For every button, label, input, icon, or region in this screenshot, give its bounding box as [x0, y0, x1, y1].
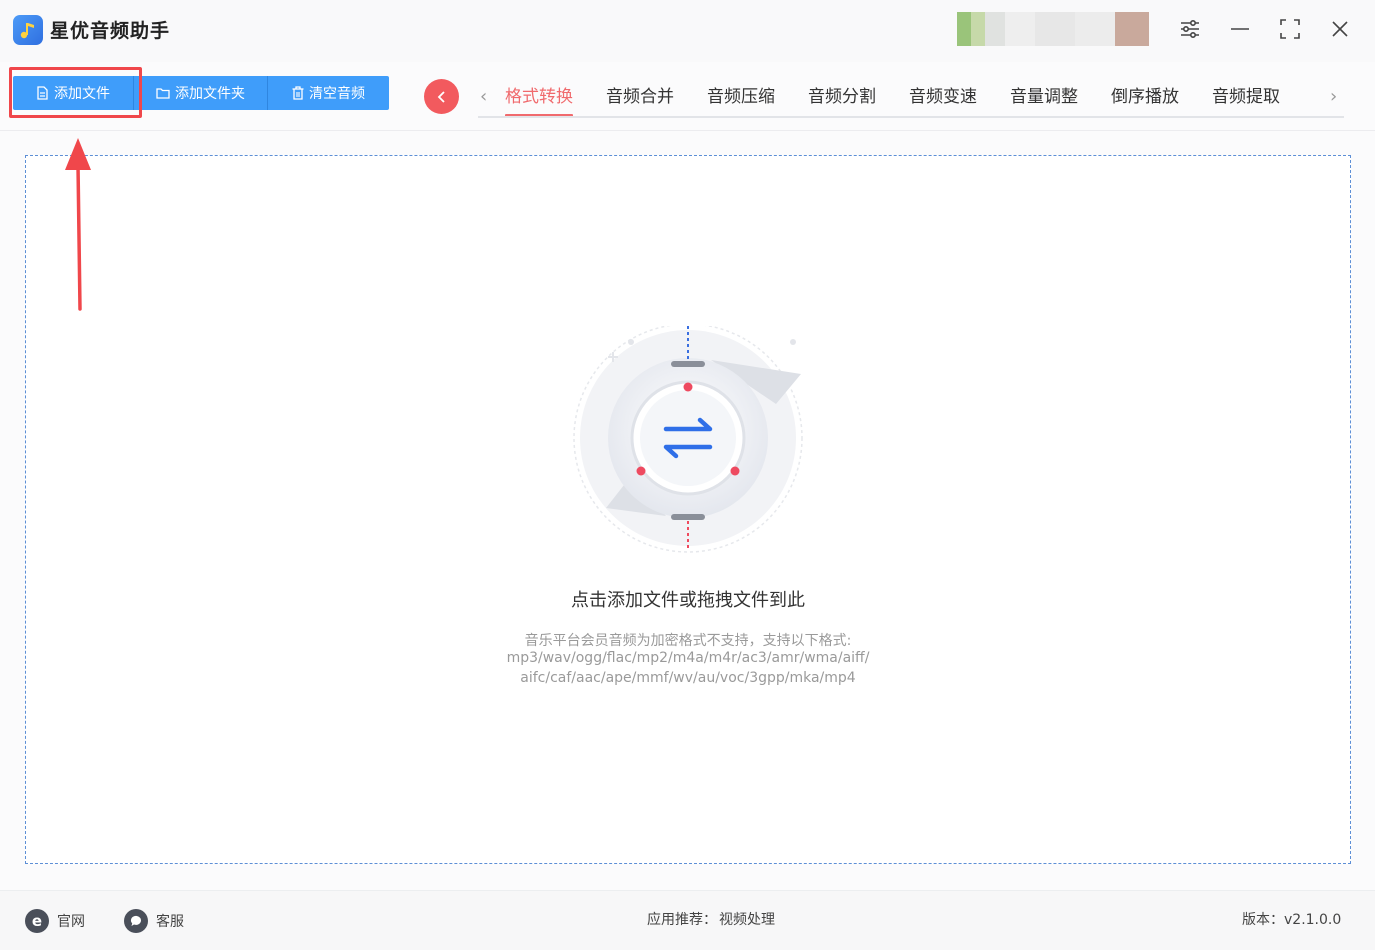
annotation-arrow-icon: [65, 138, 91, 311]
title-bar: 星优音频助手: [0, 0, 1375, 62]
tab-audio-compress[interactable]: 音频压缩: [707, 82, 775, 117]
app-logo-icon: [13, 15, 43, 45]
convert-illustration-icon: [573, 326, 803, 553]
drop-zone-hint-line3: aifc/caf/aac/ape/mmf/wv/au/voc/3gpp/mka/…: [520, 670, 856, 686]
tab-volume-adjust[interactable]: 音量调整: [1010, 82, 1078, 117]
recommend-section: 应用推荐： 视频处理: [647, 909, 775, 929]
add-folder-label: 添加文件夹: [175, 86, 245, 102]
collapse-button[interactable]: [424, 79, 459, 114]
version-label: 版本：v2.1.0.0: [1242, 912, 1342, 928]
add-folder-button[interactable]: 添加文件夹: [134, 76, 268, 110]
clear-audio-button[interactable]: 清空音频: [268, 76, 389, 110]
tab-audio-speed[interactable]: 音频变速: [909, 82, 977, 117]
recommend-video-link[interactable]: 视频处理: [719, 909, 775, 929]
support-link[interactable]: 客服: [124, 909, 184, 933]
ie-icon: e: [25, 909, 49, 933]
sliders-icon[interactable]: [1177, 16, 1203, 42]
chevron-left-icon: [437, 90, 445, 103]
tabs-underline: [478, 116, 1344, 118]
maximize-icon[interactable]: [1277, 16, 1303, 42]
tab-audio-extract[interactable]: 音频提取: [1212, 82, 1280, 117]
tabs-scroll-right-icon[interactable]: ›: [1330, 86, 1337, 107]
drop-zone-title: 点击添加文件或拖拽文件到此: [571, 590, 805, 611]
folder-icon: [156, 88, 170, 99]
app-title: 星优音频助手: [50, 20, 171, 42]
recommend-label: 应用推荐：: [647, 912, 717, 928]
tab-audio-split[interactable]: 音频分割: [808, 82, 876, 117]
footer-bar: e 官网 客服 应用推荐： 视频处理 版本：v2.1.0.0: [0, 890, 1375, 950]
feature-tabs: 格式转换 音频合并 音频压缩 音频分割 音频变速 音量调整 倒序播放 音频提取: [505, 82, 1313, 117]
header-divider: [0, 130, 1375, 131]
trash-icon: [292, 86, 304, 100]
drop-zone-hint-line2: mp3/wav/ogg/flac/mp2/m4a/m4r/ac3/amr/wma…: [506, 650, 870, 666]
website-link[interactable]: e 官网: [25, 909, 85, 933]
close-icon[interactable]: [1327, 16, 1353, 42]
annotation-highlight-box: [9, 67, 142, 118]
tabs-scroll-left-icon[interactable]: ‹: [480, 86, 487, 107]
chat-icon: [124, 909, 148, 933]
tab-format-convert[interactable]: 格式转换: [505, 82, 573, 117]
support-label: 客服: [156, 914, 184, 930]
user-avatar[interactable]: [957, 12, 1149, 46]
tab-audio-merge[interactable]: 音频合并: [606, 82, 674, 117]
minimize-icon[interactable]: [1227, 16, 1253, 42]
file-drop-zone[interactable]: 点击添加文件或拖拽文件到此 音乐平台会员音频为加密格式不支持，支持以下格式: m…: [25, 155, 1351, 864]
tab-reverse-play[interactable]: 倒序播放: [1111, 82, 1179, 117]
website-label: 官网: [57, 914, 85, 930]
drop-zone-hint-line1: 音乐平台会员音频为加密格式不支持，支持以下格式:: [524, 633, 852, 649]
clear-audio-label: 清空音频: [309, 86, 365, 102]
version-text: 版本：v2.1.0.0: [1242, 909, 1341, 929]
